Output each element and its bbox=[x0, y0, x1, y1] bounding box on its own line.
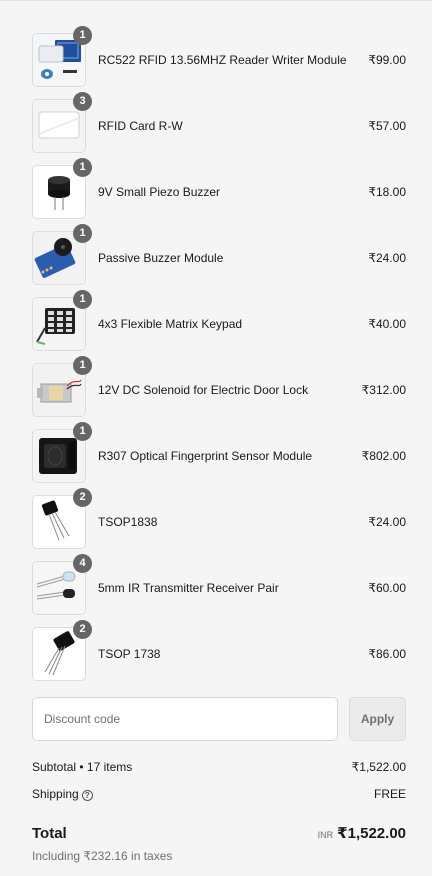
item-name: 12V DC Solenoid for Electric Door Lock bbox=[98, 383, 309, 397]
quantity-badge: 4 bbox=[73, 554, 92, 573]
item-name: TSOP1838 bbox=[98, 515, 158, 529]
item-name: 5mm IR Transmitter Receiver Pair bbox=[98, 581, 279, 595]
shipping-label: Shipping bbox=[32, 787, 79, 801]
total-label: Total bbox=[32, 825, 67, 842]
taxes-note: Including ₹232.16 in taxes bbox=[32, 849, 173, 863]
help-icon[interactable]: ? bbox=[81, 790, 93, 801]
total-amount: INR ₹1,522.00 bbox=[318, 824, 406, 843]
quantity-badge: 1 bbox=[73, 356, 92, 375]
quantity-badge: 1 bbox=[73, 26, 92, 45]
item-price: ₹57.00 bbox=[368, 119, 406, 133]
item-price: ₹312.00 bbox=[361, 383, 406, 397]
list-item: 4 5mm IR Transmitter Receiver Pair ₹60.0… bbox=[0, 554, 432, 627]
item-name: Passive Buzzer Module bbox=[98, 251, 224, 265]
list-item: 1 RC522 RFID 13.56MHZ Reader Writer Modu… bbox=[0, 26, 432, 99]
quantity-badge: 2 bbox=[73, 620, 92, 639]
item-price: ₹40.00 bbox=[368, 317, 406, 331]
item-name: 9V Small Piezo Buzzer bbox=[98, 185, 221, 199]
quantity-badge: 1 bbox=[73, 290, 92, 309]
item-name: RC522 RFID 13.56MHZ Reader Writer Module bbox=[98, 53, 347, 67]
list-item: 3 RFID Card R-W ₹57.00 bbox=[0, 92, 432, 165]
item-name: 4x3 Flexible Matrix Keypad bbox=[98, 317, 243, 331]
subtotal-row: Subtotal • 17 items ₹1,522.00 bbox=[32, 760, 406, 774]
list-item: 1 4x3 Flexible Matrix Keypad ₹40.00 bbox=[0, 290, 432, 363]
item-price: ₹24.00 bbox=[368, 515, 406, 529]
currency-code: INR bbox=[317, 830, 334, 840]
quantity-badge: 1 bbox=[73, 224, 92, 243]
quantity-badge: 1 bbox=[73, 158, 92, 177]
apply-discount-button[interactable]: Apply bbox=[349, 697, 406, 741]
subtotal-label: Subtotal • 17 items bbox=[32, 760, 133, 774]
list-item: 1 Passive Buzzer Module ₹24.00 bbox=[0, 224, 432, 297]
discount-code-input[interactable] bbox=[32, 697, 338, 741]
shipping-value: FREE bbox=[373, 787, 406, 801]
order-items-list: 1 RC522 RFID 13.56MHZ Reader Writer Modu… bbox=[0, 26, 432, 693]
item-price: ₹60.00 bbox=[368, 581, 406, 595]
item-price: ₹18.00 bbox=[368, 185, 406, 199]
list-item: 1 12V DC Solenoid for Electric Door Lock… bbox=[0, 356, 432, 429]
subtotal-value: ₹1,522.00 bbox=[351, 760, 406, 774]
item-price: ₹99.00 bbox=[368, 53, 406, 67]
total-value: ₹1,522.00 bbox=[337, 825, 406, 842]
item-price: ₹86.00 bbox=[368, 647, 406, 661]
item-price: ₹24.00 bbox=[368, 251, 406, 265]
quantity-badge: 3 bbox=[73, 92, 92, 111]
shipping-row: Shipping? FREE bbox=[32, 787, 406, 801]
item-name: RFID Card R-W bbox=[98, 119, 183, 133]
item-name: TSOP 1738 bbox=[98, 647, 161, 661]
item-price: ₹802.00 bbox=[361, 449, 406, 463]
list-item: 2 TSOP 1738 ₹86.00 bbox=[0, 620, 432, 693]
quantity-badge: 1 bbox=[73, 422, 92, 441]
list-item: 2 TSOP1838 ₹24.00 bbox=[0, 488, 432, 561]
list-item: 1 R307 Optical Fingerprint Sensor Module… bbox=[0, 422, 432, 495]
top-divider bbox=[0, 0, 432, 1]
list-item: 1 9V Small Piezo Buzzer ₹18.00 bbox=[0, 158, 432, 231]
quantity-badge: 2 bbox=[73, 488, 92, 507]
item-name: R307 Optical Fingerprint Sensor Module bbox=[98, 449, 313, 463]
